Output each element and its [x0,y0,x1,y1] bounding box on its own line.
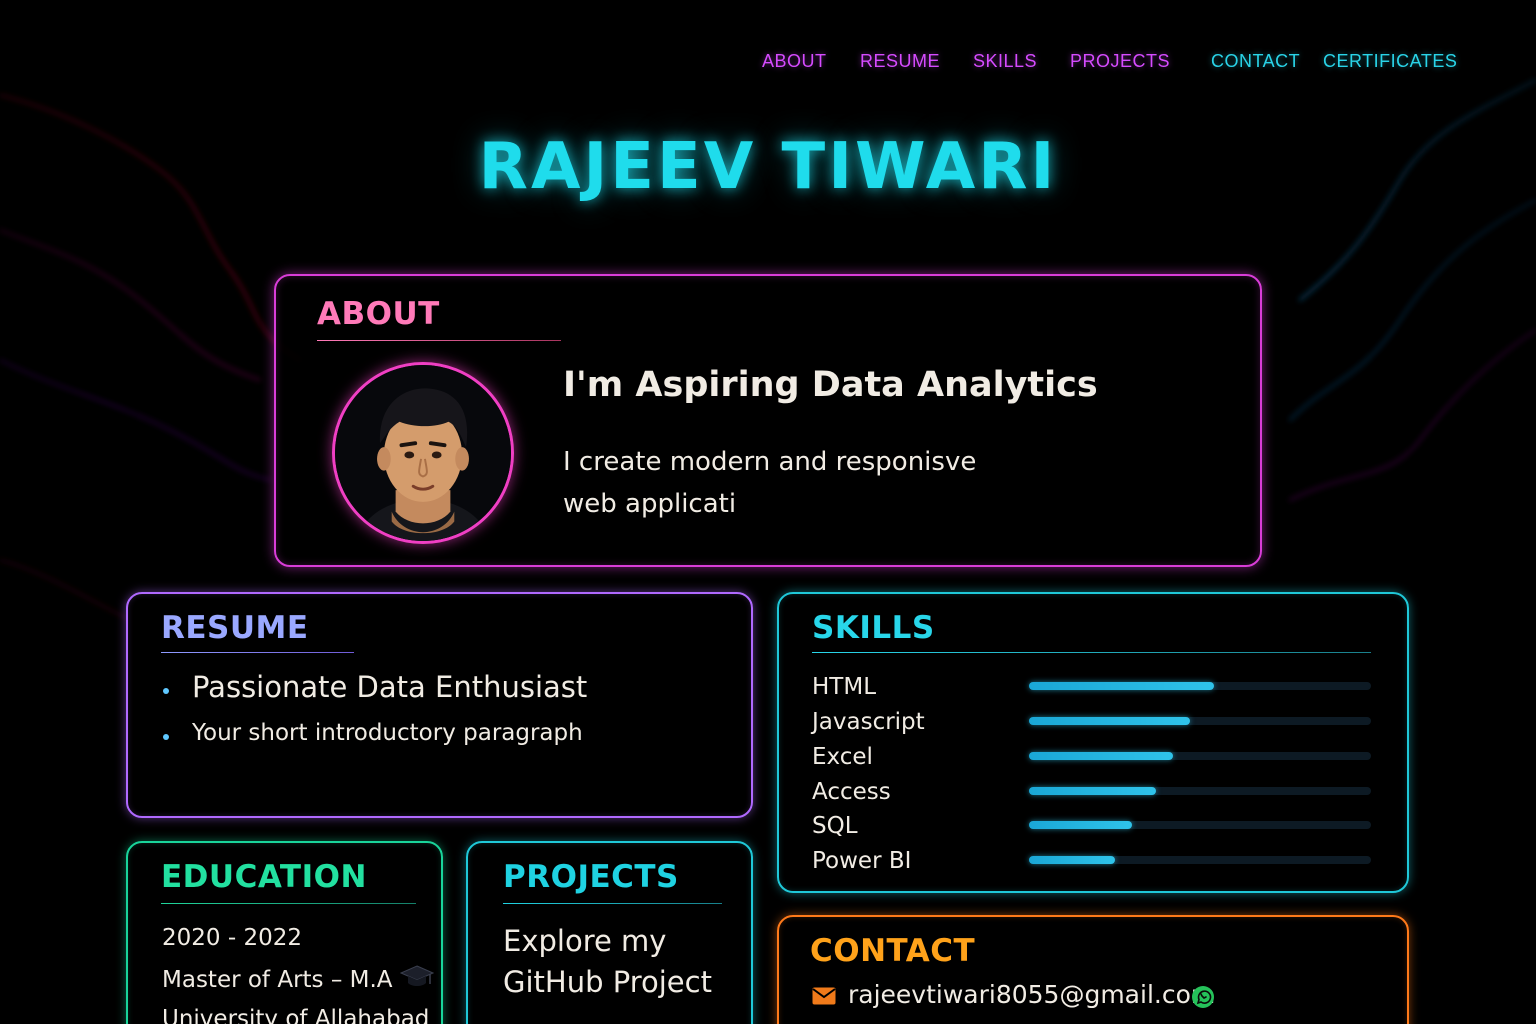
mail-icon [812,987,836,1005]
about-title: ABOUT [317,296,440,332]
skill-bar-fill [1029,682,1214,690]
nav-certificates-link[interactable]: CERTIFICATES [1323,51,1457,72]
skill-name: HTML [812,674,877,700]
whatsapp-icon[interactable] [1191,985,1215,1009]
skill-row: Excel [812,744,1372,774]
resume-title: RESUME [161,610,309,646]
projects-title-underline [503,903,722,904]
about-heading: I'm Aspiring Data Analytics [563,365,1098,405]
nav-resume-link[interactable]: RESUME [860,51,940,72]
skill-bar-track [1029,856,1371,864]
about-description: I create modern and responisve web appli… [563,447,977,519]
skill-row: SQL [812,813,1372,843]
education-card: EDUCATION 2020 - 2022 Master of Arts – M… [126,841,443,1024]
skill-row: HTML [812,674,1372,704]
nav-about-link[interactable]: ABOUT [762,51,827,72]
skill-bar-fill [1029,787,1156,795]
skill-bar-track [1029,821,1371,829]
skills-title: SKILLS [812,610,935,646]
contact-title: CONTACT [810,933,976,969]
hero-name: RAJEEV TIWARI [478,130,1058,204]
nav-skills-link[interactable]: SKILLS [973,51,1037,72]
resume-card: RESUME Passionate Data Enthusiast Your s… [126,592,753,818]
skill-bar-track [1029,717,1371,725]
avatar-illustration [335,365,511,541]
skill-bar-fill [1029,821,1132,829]
skill-bar-track [1029,752,1371,760]
education-years: 2020 - 2022 [162,925,302,951]
skill-name: Access [812,779,891,805]
education-university: University of Allahabad [162,1006,430,1024]
skill-bar-track [1029,682,1371,690]
education-title: EDUCATION [161,859,367,895]
skill-bar-fill [1029,752,1173,760]
graduation-cap-icon [400,965,434,986]
skill-bar-fill [1029,717,1190,725]
nav-contact-link[interactable]: CONTACT [1211,51,1300,72]
resume-title-underline [161,652,354,653]
avatar [332,362,514,544]
about-card: ABOUT I'm Aspiring Data Analytics I crea… [274,274,1262,567]
skills-title-underline [812,652,1371,653]
skill-row: Power BI [812,848,1372,878]
resume-item-text: Your short introductory paragraph [192,720,583,746]
skill-row: Access [812,779,1372,809]
skills-card: SKILLS HTML Javascript Excel Access SQL … [777,592,1409,893]
contact-card: CONTACT rajeevtiwari8055@gmail.com [777,915,1409,1024]
nav-projects-link[interactable]: PROJECTS [1070,51,1170,72]
projects-title: PROJECTS [503,859,679,895]
contact-email-link[interactable]: rajeevtiwari8055@gmail.com [848,980,1215,1009]
skill-bar-track [1029,787,1371,795]
resume-item-text: Passionate Data Enthusiast [192,670,588,704]
skill-name: Javascript [812,709,925,735]
projects-card: PROJECTS Explore my GitHub Project [466,841,753,1024]
skill-name: Power BI [812,848,912,874]
github-projects-link[interactable]: Explore my GitHub Project [503,921,743,1003]
skill-name: Excel [812,744,873,770]
skill-row: Javascript [812,709,1372,739]
education-degree: Master of Arts – M.A [162,967,393,993]
about-title-underline [317,340,561,341]
education-title-underline [161,903,416,904]
skill-name: SQL [812,813,858,839]
skill-bar-fill [1029,856,1115,864]
